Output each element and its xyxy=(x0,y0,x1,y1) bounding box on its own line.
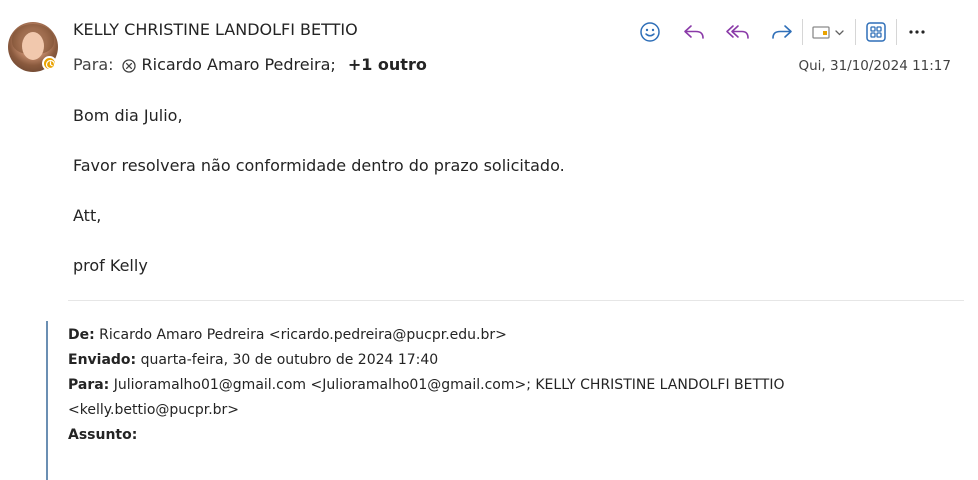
quoted-sent: Enviado: quarta-feira, 30 de outubro de … xyxy=(68,352,438,368)
recipients-line: Para: Ricardo Amaro Pedreira; +1 outro xyxy=(73,55,427,74)
apps-icon[interactable] xyxy=(862,18,890,46)
message-date: Qui, 31/10/2024 11:17 xyxy=(798,58,951,74)
toolbar-separator xyxy=(802,19,803,45)
quoted-from: De: Ricardo Amaro Pedreira <ricardo.pedr… xyxy=(68,327,507,343)
presence-away-icon xyxy=(42,56,57,71)
quoted-to-label: Para: xyxy=(68,377,110,393)
quoted-sent-label: Enviado: xyxy=(68,352,137,368)
quote-bar xyxy=(46,321,48,480)
quoted-from-value: Ricardo Amaro Pedreira <ricardo.pedreira… xyxy=(99,327,507,343)
quoted-to-value: Julioramalho01@gmail.com <Julioramalho01… xyxy=(113,377,785,393)
quote-divider xyxy=(68,300,964,301)
message-toolbar xyxy=(636,18,931,46)
reply-all-icon[interactable] xyxy=(724,18,752,46)
smiley-icon[interactable] xyxy=(636,18,664,46)
quoted-from-label: De: xyxy=(68,327,95,343)
avatar-face xyxy=(22,32,44,60)
body-closing: Att, xyxy=(73,206,102,225)
quoted-subject: Assunto: xyxy=(68,427,137,443)
body-signature: prof Kelly xyxy=(73,256,148,275)
sender-name[interactable]: KELLY CHRISTINE LANDOLFI BETTIO xyxy=(73,20,358,39)
to-label: Para: xyxy=(73,55,114,74)
body-line: Favor resolvera não conformidade dentro … xyxy=(73,156,565,175)
quoted-to-continued: <kelly.bettio@pucpr.br> xyxy=(68,402,240,418)
more-icon[interactable] xyxy=(903,18,931,46)
forward-icon[interactable] xyxy=(768,18,796,46)
quoted-sent-value: quarta-feira, 30 de outubro de 2024 17:4… xyxy=(140,352,439,368)
immersive-reader-icon[interactable] xyxy=(809,18,849,46)
body-greeting: Bom dia Julio, xyxy=(73,106,183,125)
toolbar-separator xyxy=(896,19,897,45)
remove-recipient-icon[interactable] xyxy=(121,58,136,73)
toolbar-separator xyxy=(855,19,856,45)
quoted-to: Para: Julioramalho01@gmail.com <Julioram… xyxy=(68,377,785,393)
more-recipients-link[interactable]: +1 outro xyxy=(348,55,427,74)
recipient-name[interactable]: Ricardo Amaro Pedreira; xyxy=(142,55,336,74)
reply-icon[interactable] xyxy=(680,18,708,46)
quoted-subject-label: Assunto: xyxy=(68,427,138,443)
